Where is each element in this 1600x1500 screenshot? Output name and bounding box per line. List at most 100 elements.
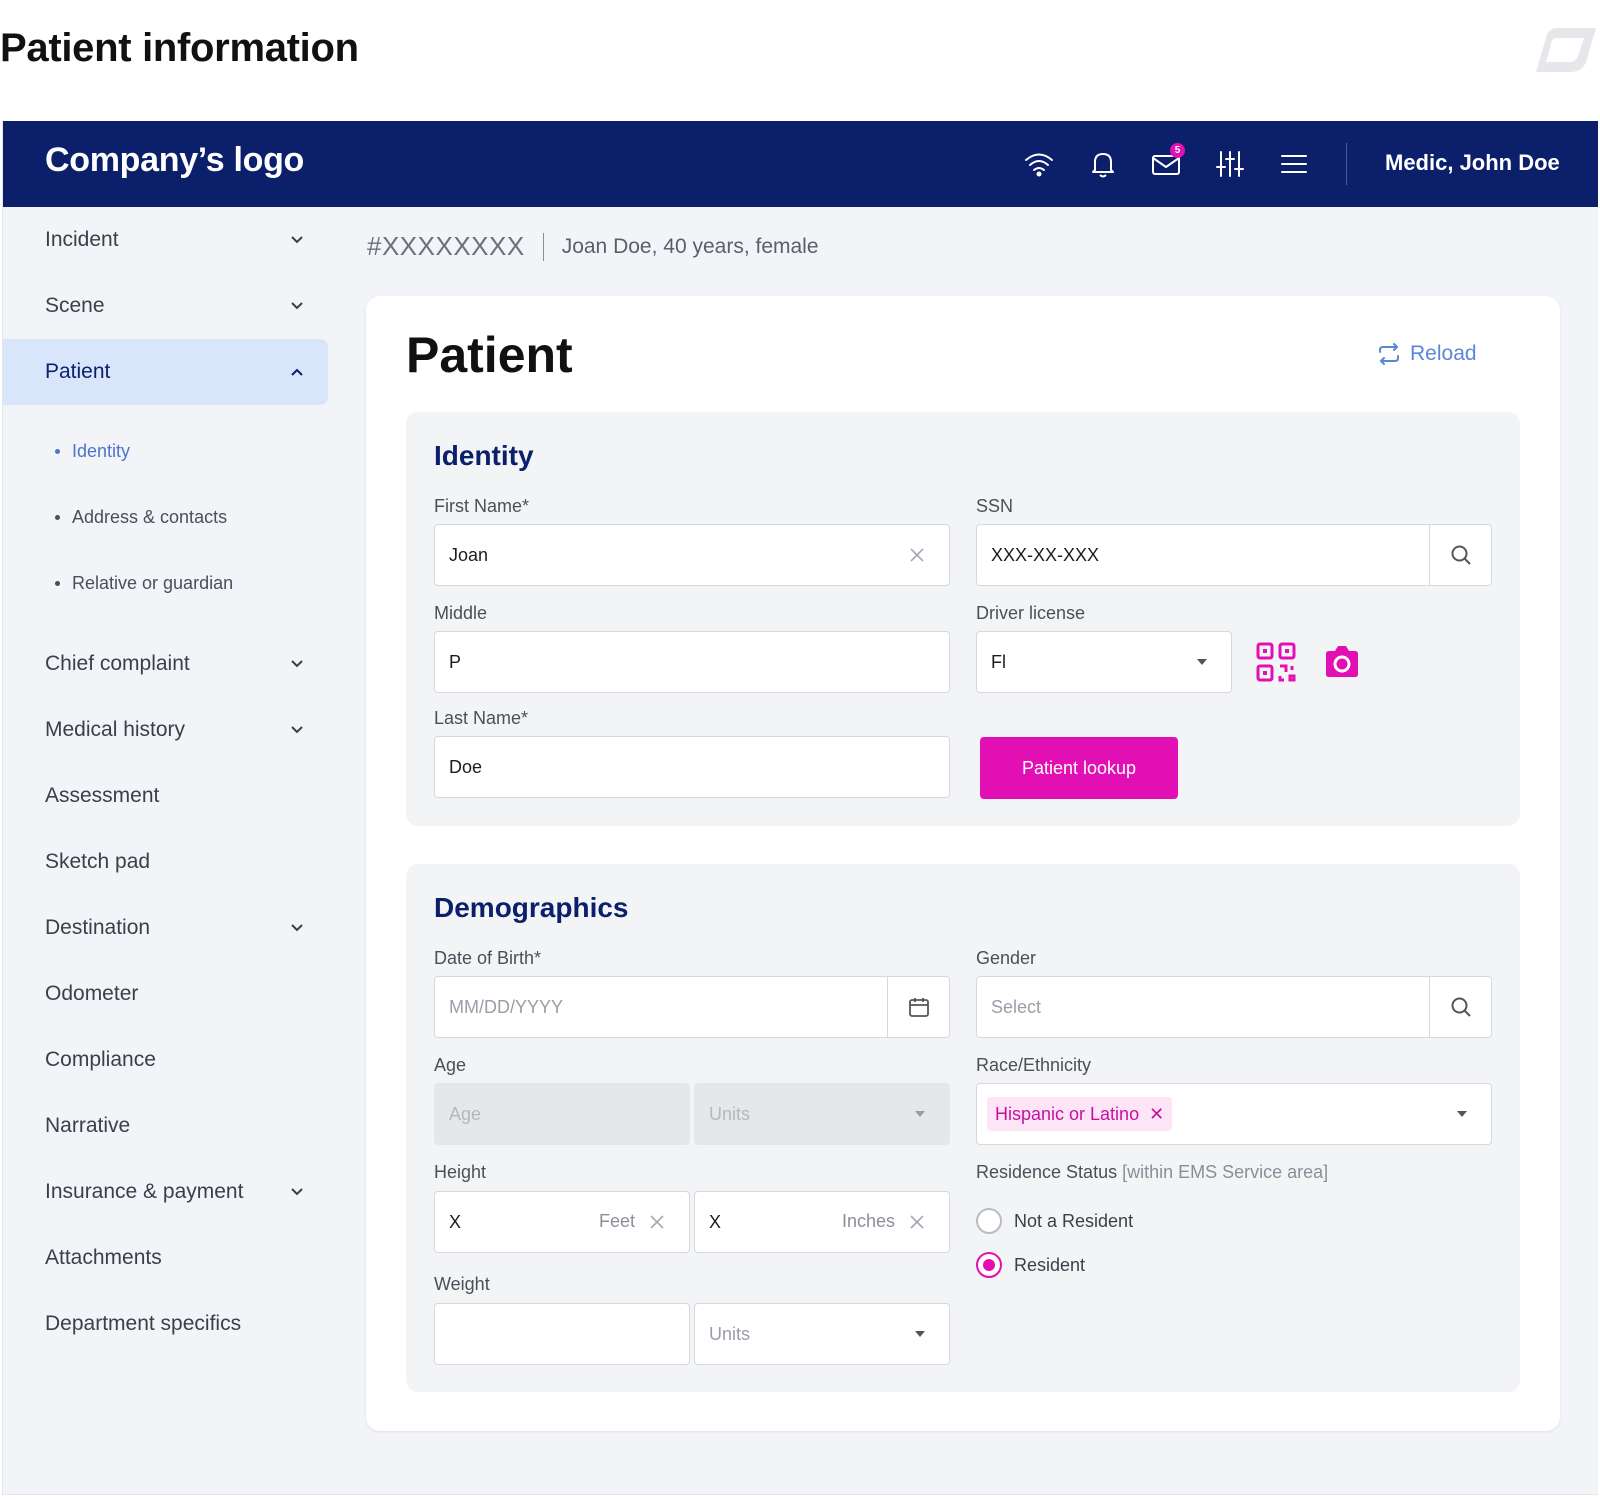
sidebar-item-scene[interactable]: Scene: [3, 273, 328, 339]
chevron-down-icon: [291, 302, 303, 310]
qr-scan-button[interactable]: [1254, 640, 1298, 684]
patient-card: Patient Reload Identity First Name* Joan…: [366, 296, 1560, 1431]
chevron-up-icon: [291, 368, 303, 376]
driver-license-label: Driver license: [976, 603, 1086, 623]
age-label: Age: [434, 1055, 467, 1075]
ssn-label: SSN: [976, 496, 1014, 516]
chevron-down-icon: [291, 660, 303, 668]
sidebar-item-insurance[interactable]: Insurance & payment: [3, 1159, 328, 1225]
sidebar-item-label: Attachments: [45, 1246, 162, 1269]
section-title-identity: Identity: [434, 440, 534, 471]
first-name-field[interactable]: Joan: [434, 524, 950, 586]
last-name-value: Doe: [449, 756, 483, 777]
mail-icon[interactable]: 5: [1149, 143, 1185, 181]
sidebar-subitem-address[interactable]: Address & contacts: [55, 497, 227, 537]
remove-chip-icon[interactable]: ✕: [1149, 1104, 1164, 1125]
weight-units-select[interactable]: Units: [694, 1303, 950, 1365]
radio-button-selected[interactable]: [976, 1252, 1002, 1278]
height-inches-value: X: [709, 1211, 722, 1232]
ssn-field[interactable]: XXX-XX-XXX: [976, 524, 1492, 586]
dob-field[interactable]: MM/DD/YYYY: [434, 976, 950, 1038]
middle-field[interactable]: P: [434, 631, 950, 693]
section-title-demographics: Demographics: [434, 892, 629, 923]
caret-down-icon: [1197, 659, 1207, 665]
height-feet-unit: Feet: [598, 1211, 635, 1231]
top-bar: Company’s logo 5 Medic, John Doe: [3, 121, 1598, 207]
mail-count-badge: 5: [1170, 143, 1185, 158]
clear-icon[interactable]: [907, 1212, 927, 1232]
gender-search-button[interactable]: [1429, 977, 1491, 1037]
height-inches-field[interactable]: X Inches: [694, 1191, 950, 1253]
user-name[interactable]: Medic, John Doe: [1385, 150, 1560, 176]
gender-select[interactable]: Select: [976, 976, 1492, 1038]
clear-icon[interactable]: [907, 545, 927, 565]
bell-icon[interactable]: [1086, 147, 1120, 181]
sidebar-item-destination[interactable]: Destination: [3, 895, 328, 961]
caret-down-icon: [915, 1331, 925, 1337]
height-label: Height: [434, 1162, 487, 1182]
breadcrumb: #XXXXXXXX Joan Doe, 40 years, female: [367, 231, 819, 262]
date-picker-button[interactable]: [887, 977, 949, 1037]
bullet-icon: [55, 514, 60, 520]
age-units-select: Units: [694, 1083, 950, 1145]
sidebar-item-label: Chief complaint: [45, 652, 190, 675]
caret-down-icon: [1457, 1111, 1467, 1117]
ssn-search-button[interactable]: [1429, 525, 1491, 585]
sidebar-item-attachments[interactable]: Attachments: [3, 1225, 328, 1291]
sidebar-item-patient[interactable]: Patient: [3, 339, 328, 405]
calendar-icon: [908, 998, 929, 1017]
sidebar-item-compliance[interactable]: Compliance: [3, 1027, 328, 1093]
sidebar-item-label: Compliance: [45, 1048, 156, 1071]
sidebar-item-label: Department specifics: [45, 1312, 242, 1335]
sidebar-item-label: Narrative: [45, 1114, 131, 1137]
driver-license-state-select[interactable]: Fl: [976, 631, 1232, 693]
sidebar-item-label: Scene: [45, 294, 105, 317]
sidebar-item-sketch-pad[interactable]: Sketch pad: [3, 829, 328, 895]
race-chip: Hispanic or Latino ✕: [987, 1097, 1173, 1131]
middle-value: P: [449, 651, 462, 672]
demographics-section: Demographics Date of Birth* MM/DD/YYYY G…: [406, 864, 1520, 1392]
weight-field[interactable]: [434, 1303, 690, 1365]
search-icon: [1451, 997, 1471, 1017]
menu-icon[interactable]: [1277, 147, 1311, 181]
age-units-placeholder: Units: [709, 1103, 751, 1124]
radio-button[interactable]: [976, 1208, 1002, 1234]
caret-down-icon: [915, 1111, 925, 1117]
patient-id: #XXXXXXXX: [367, 231, 525, 261]
residence-note: [within EMS Service area]: [1122, 1162, 1329, 1182]
sidebar-item-odometer[interactable]: Odometer: [3, 961, 328, 1027]
wifi-icon[interactable]: [1022, 147, 1056, 181]
height-inches-unit: Inches: [841, 1211, 895, 1231]
sidebar-subitem-relative[interactable]: Relative or guardian: [55, 563, 233, 603]
sidebar-item-chief-complaint[interactable]: Chief complaint: [3, 631, 328, 697]
radio-not-resident[interactable]: Not a Resident: [976, 1208, 1133, 1234]
middle-label: Middle: [434, 603, 488, 623]
sidebar-item-label: Sketch pad: [45, 850, 151, 873]
sidebar-subitem-identity[interactable]: Identity: [55, 431, 130, 471]
age-placeholder: Age: [449, 1103, 482, 1124]
company-logo[interactable]: Company’s logo: [45, 141, 304, 180]
camera-button[interactable]: [1320, 640, 1364, 684]
sidebar-item-assessment[interactable]: Assessment: [3, 763, 328, 829]
race-multiselect[interactable]: Hispanic or Latino ✕: [976, 1083, 1492, 1145]
sidebar-subitem-label: Identity: [72, 440, 131, 461]
weight-label: Weight: [434, 1274, 490, 1294]
sidebar-item-department-specifics[interactable]: Department specifics: [3, 1291, 328, 1357]
reload-button[interactable]: Reload: [1376, 341, 1477, 367]
dob-label: Date of Birth*: [434, 948, 542, 968]
sliders-icon[interactable]: [1213, 147, 1247, 181]
race-label: Race/Ethnicity: [976, 1055, 1092, 1075]
identity-section: Identity First Name* Joan SSN XXX-XX-XXX…: [406, 412, 1520, 826]
last-name-label: Last Name*: [434, 708, 529, 728]
sidebar-item-narrative[interactable]: Narrative: [3, 1093, 328, 1159]
sidebar-item-incident[interactable]: Incident: [3, 207, 328, 273]
clear-icon[interactable]: [647, 1212, 667, 1232]
patient-lookup-button[interactable]: Patient lookup: [980, 737, 1178, 799]
sidebar-item-label: Medical history: [45, 718, 186, 741]
sidebar-item-medical-history[interactable]: Medical history: [3, 697, 328, 763]
height-feet-field[interactable]: X Feet: [434, 1191, 690, 1253]
last-name-field[interactable]: Doe: [434, 736, 950, 798]
radio-resident[interactable]: Resident: [976, 1252, 1085, 1278]
reload-label: Reload: [1410, 342, 1477, 365]
camera-icon: [1326, 646, 1358, 677]
